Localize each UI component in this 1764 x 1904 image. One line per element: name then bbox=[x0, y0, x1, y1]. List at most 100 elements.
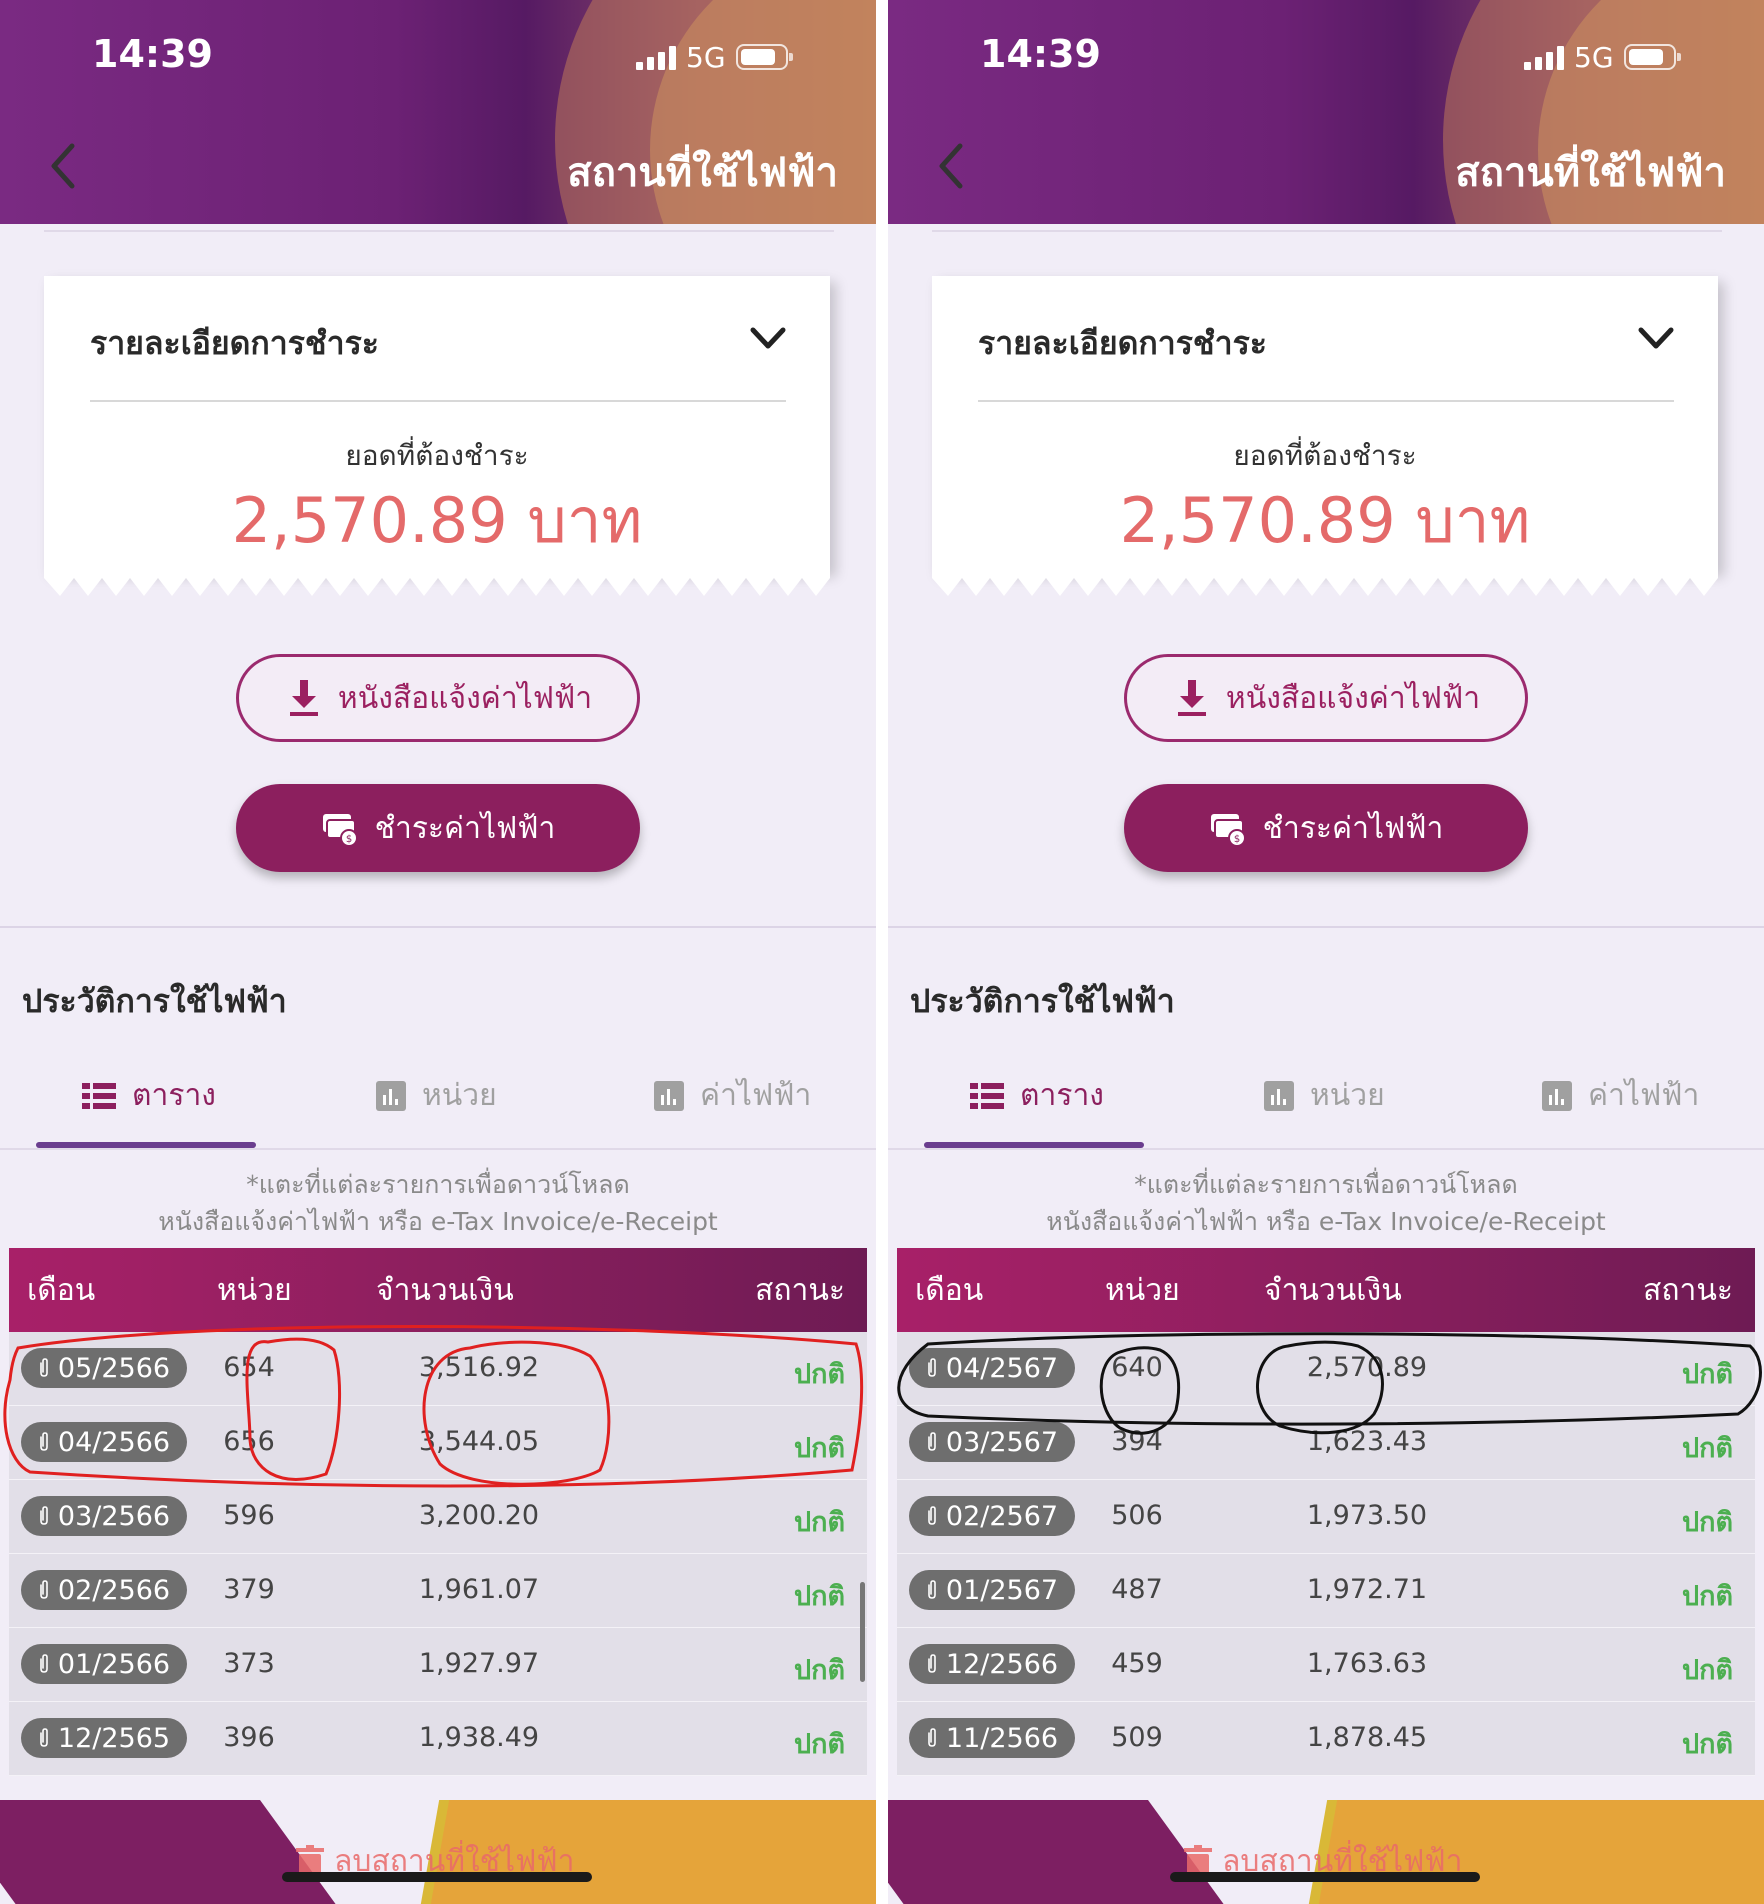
status-icons: 5G bbox=[1524, 40, 1681, 74]
back-arrow-icon[interactable] bbox=[44, 140, 84, 192]
units-cell: 506 bbox=[1111, 1500, 1163, 1531]
status-time: 14:39 bbox=[980, 32, 1101, 76]
download-hint-line2: หนังสือแจ้งค่าไฟฟ้า หรือ e-Tax Invoice/e… bbox=[1046, 1207, 1606, 1236]
footer-shape bbox=[0, 1800, 336, 1904]
status-cell: ปกติ bbox=[793, 1655, 845, 1686]
download-bill-notice-button[interactable]: หนังสือแจ้งค่าไฟฟ้า bbox=[236, 654, 640, 742]
paperclip-icon bbox=[928, 1506, 936, 1525]
amount-cell: 1,938.49 bbox=[418, 1722, 540, 1753]
home-indicator[interactable] bbox=[282, 1872, 592, 1882]
amount-cell: 1,623.43 bbox=[1306, 1426, 1428, 1457]
divider bbox=[932, 230, 1722, 232]
month-pill[interactable]: 05/2566 bbox=[21, 1348, 187, 1388]
month-pill[interactable]: 03/2566 bbox=[21, 1496, 187, 1536]
download-bill-notice-button[interactable]: หนังสือแจ้งค่าไฟฟ้า bbox=[1124, 654, 1528, 742]
column-header-units: หน่วย bbox=[1105, 1272, 1180, 1308]
amount-cell: 3,516.92 bbox=[418, 1352, 540, 1383]
payment-card-icon: $ bbox=[1210, 814, 1246, 847]
download-bill-notice-label: หนังสือแจ้งค่าไฟฟ้า bbox=[1225, 680, 1481, 716]
receipt-edge bbox=[932, 570, 1718, 596]
month-label: 02/2567 bbox=[945, 1500, 1059, 1532]
paperclip-icon bbox=[928, 1654, 936, 1673]
tab-units[interactable]: หน่วย bbox=[1264, 1072, 1385, 1119]
status-cell: ปกติ bbox=[793, 1507, 845, 1538]
month-pill[interactable]: 04/2567 bbox=[909, 1348, 1075, 1388]
payment-detail-card[interactable]: รายละเอียดการชำระ ยอดที่ต้องชำระ 2,570.8… bbox=[932, 276, 1718, 571]
battery-icon bbox=[735, 44, 793, 70]
status-cell: ปกติ bbox=[1681, 1729, 1733, 1760]
table-row[interactable]: 02/2566 379 1,961.07 ปกติ bbox=[9, 1554, 867, 1628]
month-pill[interactable]: 02/2567 bbox=[909, 1496, 1075, 1536]
month-pill[interactable]: 01/2566 bbox=[21, 1644, 187, 1684]
page-title: สถานที่ใช้ไฟฟ้า bbox=[1455, 150, 1726, 196]
month-label: 12/2566 bbox=[945, 1648, 1059, 1680]
download-icon bbox=[289, 680, 318, 716]
download-hint: *แตะที่แต่ละรายการเพื่อดาวน์โหลด หนังสือ… bbox=[888, 1166, 1764, 1240]
bar-chart-icon bbox=[376, 1080, 406, 1111]
svg-text:$: $ bbox=[1233, 834, 1239, 845]
month-label: 12/2565 bbox=[57, 1722, 171, 1754]
tab-units-label: หน่วย bbox=[422, 1078, 497, 1113]
table-row[interactable]: 12/2566 459 1,763.63 ปกติ bbox=[897, 1628, 1755, 1702]
status-cell: ปกติ bbox=[1681, 1655, 1733, 1686]
month-pill[interactable]: 11/2566 bbox=[909, 1718, 1075, 1758]
month-pill[interactable]: 01/2567 bbox=[909, 1570, 1075, 1610]
column-header-status: สถานะ bbox=[755, 1272, 845, 1308]
table-header: เดือน หน่วย จำนวนเงิน สถานะ bbox=[897, 1248, 1755, 1332]
network-label: 5G bbox=[1574, 40, 1614, 74]
month-pill[interactable]: 12/2566 bbox=[909, 1644, 1075, 1684]
signal-icon bbox=[1524, 44, 1564, 70]
payment-detail-card[interactable]: รายละเอียดการชำระ ยอดที่ต้องชำระ 2,570.8… bbox=[44, 276, 830, 571]
column-header-units: หน่วย bbox=[217, 1272, 292, 1308]
tab-bill-amount[interactable]: ค่าไฟฟ้า bbox=[1542, 1072, 1699, 1119]
paperclip-icon bbox=[40, 1654, 48, 1673]
amount-due-value: 2,570.89 บาท bbox=[1119, 484, 1531, 557]
month-pill[interactable]: 04/2566 bbox=[21, 1422, 187, 1462]
month-pill[interactable]: 12/2565 bbox=[21, 1718, 187, 1758]
chevron-down-icon[interactable] bbox=[750, 326, 786, 352]
home-indicator[interactable] bbox=[1170, 1872, 1480, 1882]
table-row[interactable]: 02/2567 506 1,973.50 ปกติ bbox=[897, 1480, 1755, 1554]
table-row[interactable]: 01/2567 487 1,972.71 ปกติ bbox=[897, 1554, 1755, 1628]
tab-table[interactable]: ตาราง bbox=[970, 1072, 1104, 1119]
month-pill[interactable]: 02/2566 bbox=[21, 1570, 187, 1610]
pay-bill-button[interactable]: $ ชำระค่าไฟฟ้า bbox=[1124, 784, 1528, 872]
month-label: 04/2567 bbox=[945, 1352, 1059, 1384]
table-row[interactable]: 05/2566 654 3,516.92 ปกติ bbox=[9, 1332, 867, 1406]
table-row[interactable]: 11/2566 509 1,878.45 ปกติ bbox=[897, 1702, 1755, 1776]
scrollbar[interactable] bbox=[860, 1582, 865, 1682]
table-row[interactable]: 03/2566 596 3,200.20 ปกติ bbox=[9, 1480, 867, 1554]
chevron-down-icon[interactable] bbox=[1638, 326, 1674, 352]
table-row[interactable]: 12/2565 396 1,938.49 ปกติ bbox=[9, 1702, 867, 1776]
svg-text:$: $ bbox=[345, 834, 351, 845]
tab-table-label: ตาราง bbox=[1020, 1078, 1104, 1113]
back-arrow-icon[interactable] bbox=[932, 140, 972, 192]
phone-screen-right: 14:39 5G สถานที่ใช้ไฟฟ้า รายละเอียดการชำ… bbox=[888, 0, 1764, 1904]
download-hint-line1: *แตะที่แต่ละรายการเพื่อดาวน์โหลด bbox=[1134, 1170, 1518, 1199]
table-row[interactable]: 04/2567 640 2,570.89 ปกติ bbox=[897, 1332, 1755, 1406]
page-title: สถานที่ใช้ไฟฟ้า bbox=[567, 150, 838, 196]
status-icons: 5G bbox=[636, 40, 793, 74]
table-row[interactable]: 01/2566 373 1,927.97 ปกติ bbox=[9, 1628, 867, 1702]
units-cell: 596 bbox=[223, 1500, 275, 1531]
divider bbox=[90, 400, 786, 402]
signal-icon bbox=[636, 44, 676, 70]
amount-cell: 3,544.05 bbox=[418, 1426, 540, 1457]
tab-bill-amount[interactable]: ค่าไฟฟ้า bbox=[654, 1072, 811, 1119]
tab-table[interactable]: ตาราง bbox=[82, 1072, 216, 1119]
divider bbox=[0, 926, 876, 928]
paperclip-icon bbox=[40, 1358, 48, 1377]
tab-units[interactable]: หน่วย bbox=[376, 1072, 497, 1119]
column-header-amount: จำนวนเงิน bbox=[376, 1272, 514, 1308]
pay-bill-button[interactable]: $ ชำระค่าไฟฟ้า bbox=[236, 784, 640, 872]
paperclip-icon bbox=[928, 1432, 936, 1451]
bar-chart-icon bbox=[1264, 1080, 1294, 1111]
tab-units-label: หน่วย bbox=[1310, 1078, 1385, 1113]
amount-due-value: 2,570.89 บาท bbox=[231, 484, 643, 557]
table-row[interactable]: 03/2567 394 1,623.43 ปกติ bbox=[897, 1406, 1755, 1480]
month-pill[interactable]: 03/2567 bbox=[909, 1422, 1075, 1462]
paperclip-icon bbox=[928, 1358, 936, 1377]
download-hint-line2: หนังสือแจ้งค่าไฟฟ้า หรือ e-Tax Invoice/e… bbox=[158, 1207, 718, 1236]
table-row[interactable]: 04/2566 656 3,544.05 ปกติ bbox=[9, 1406, 867, 1480]
units-cell: 654 bbox=[223, 1352, 275, 1383]
